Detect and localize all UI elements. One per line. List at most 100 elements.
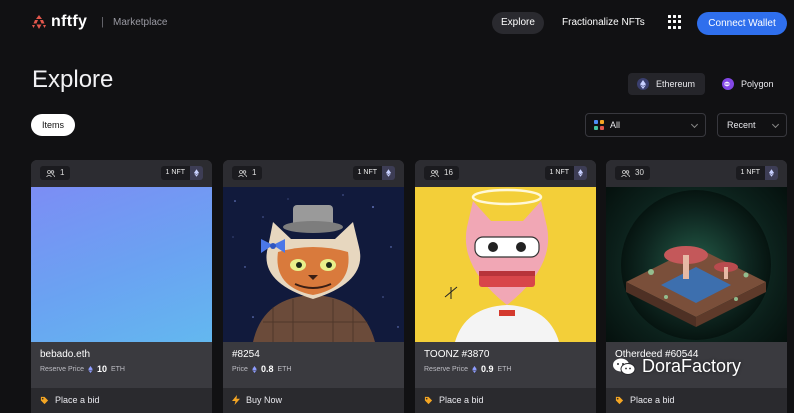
polygon-icon [722, 78, 734, 90]
nft-card[interactable]: 1 1 NFT #8254 Price 0.8 ETH Buy Now [223, 160, 404, 413]
owners-badge: 16 [424, 166, 459, 180]
users-icon [238, 169, 247, 177]
ethereum-icon [472, 365, 477, 373]
price-label: Reserve Price [40, 365, 84, 373]
chain-polygon-label: Polygon [741, 79, 774, 89]
ethereum-icon [382, 166, 395, 180]
nft-image[interactable] [31, 187, 212, 342]
price-label: Price [232, 365, 248, 373]
tag-icon [40, 396, 49, 404]
card-header: 1 1 NFT [31, 160, 212, 187]
tag-icon [615, 396, 624, 404]
nft-card[interactable]: 16 1 NFT TOONZ #3870 Reserve Price 0.9 E… [415, 160, 596, 413]
price-unit: ETH [110, 365, 125, 373]
price-value: 10 [96, 364, 107, 374]
ethereum-icon [574, 166, 587, 180]
nftfy-logo-icon [32, 15, 46, 29]
nft-name[interactable]: bebado.eth [40, 349, 90, 360]
owners-count: 1 [60, 168, 65, 177]
watermark: DoraFactory [612, 356, 741, 377]
nft-image[interactable] [223, 187, 404, 342]
card-header: 16 1 NFT [415, 160, 596, 187]
brand-logo[interactable]: nftfy [32, 13, 87, 31]
price-row: Reserve Price 0.9 ETH [424, 364, 511, 374]
users-icon [46, 169, 55, 177]
users-icon [430, 169, 439, 177]
ethereum-icon [765, 166, 778, 180]
chain-polygon-button[interactable]: Polygon [720, 73, 786, 95]
card-header: 30 1 NFT [606, 160, 787, 187]
category-grid-icon [594, 120, 604, 130]
price-value: 0.8 [260, 364, 274, 374]
nft-count-label: 1 NFT [735, 166, 765, 180]
wechat-icon [613, 358, 636, 375]
chevron-down-icon [690, 120, 699, 129]
nav-separator: | [101, 16, 104, 28]
nft-count-badge: 1 NFT [735, 166, 778, 180]
owners-badge: 30 [615, 166, 650, 180]
nft-count-badge: 1 NFT [352, 166, 395, 180]
category-select[interactable]: All [585, 113, 706, 137]
owners-count: 30 [635, 168, 644, 177]
buy-now-button[interactable]: Buy Now [232, 395, 282, 405]
nft-count-label: 1 NFT [160, 166, 190, 180]
action-label: Place a bid [439, 395, 484, 405]
top-nav: nftfy | Marketplace Explore Fractionaliz… [0, 0, 794, 46]
place-bid-button[interactable]: Place a bid [615, 395, 675, 405]
nft-count-badge: 1 NFT [544, 166, 587, 180]
users-icon [621, 169, 630, 177]
toonz-artwork [415, 187, 596, 342]
owners-badge: 1 [232, 166, 263, 180]
card-footer: Place a bid [415, 388, 596, 413]
price-unit: ETH [497, 365, 512, 373]
card-footer: Place a bid [31, 388, 212, 413]
ethereum-icon [190, 166, 203, 180]
place-bid-button[interactable]: Place a bid [424, 395, 484, 405]
place-bid-button[interactable]: Place a bid [40, 395, 100, 405]
price-unit: ETH [277, 365, 292, 373]
nft-name[interactable]: TOONZ #3870 [424, 349, 489, 360]
otherdeed-artwork [621, 190, 771, 340]
action-label: Place a bid [630, 395, 675, 405]
card-header: 1 1 NFT [223, 160, 404, 187]
owners-count: 16 [444, 168, 453, 177]
nft-count-label: 1 NFT [544, 166, 574, 180]
card-footer: Place a bid [606, 388, 787, 413]
sort-select-value: Recent [727, 120, 756, 130]
nft-card[interactable]: 1 1 NFT bebado.eth Reserve Price 10 ETH … [31, 160, 212, 413]
cat-artwork [223, 187, 404, 342]
chain-ethereum-label: Ethereum [656, 79, 696, 89]
watermark-text: DoraFactory [642, 356, 742, 376]
nft-name[interactable]: #8254 [232, 349, 260, 360]
owners-count: 1 [252, 168, 257, 177]
nft-count-label: 1 NFT [352, 166, 382, 180]
brand-name: nftfy [51, 13, 88, 30]
ethereum-icon [88, 365, 93, 373]
action-label: Place a bid [55, 395, 100, 405]
nav-explore-link[interactable]: Explore [492, 12, 544, 34]
nft-image[interactable] [415, 187, 596, 342]
category-select-value: All [610, 120, 621, 130]
ethereum-icon [637, 78, 649, 90]
ethereum-icon [252, 365, 257, 373]
lightning-icon [232, 395, 240, 405]
nav-section-label[interactable]: Marketplace [113, 17, 167, 28]
owners-badge: 1 [40, 166, 71, 180]
sort-select[interactable]: Recent [717, 113, 787, 137]
nft-image[interactable] [606, 187, 787, 342]
chevron-down-icon [771, 120, 780, 129]
page-title: Explore [32, 66, 114, 93]
price-row: Reserve Price 10 ETH [40, 364, 125, 374]
action-label: Buy Now [246, 395, 283, 405]
connect-wallet-button[interactable]: Connect Wallet [697, 12, 787, 35]
card-footer: Buy Now [223, 388, 404, 413]
price-row: Price 0.8 ETH [232, 364, 291, 374]
price-value: 0.9 [480, 364, 494, 374]
chain-ethereum-button[interactable]: Ethereum [628, 73, 705, 95]
price-label: Reserve Price [424, 365, 468, 373]
nav-fractionalize-link[interactable]: Fractionalize NFTs [562, 12, 645, 34]
grid-icon[interactable] [668, 15, 682, 29]
tab-items[interactable]: Items [31, 114, 75, 136]
nft-count-badge: 1 NFT [160, 166, 203, 180]
tag-icon [424, 396, 433, 404]
